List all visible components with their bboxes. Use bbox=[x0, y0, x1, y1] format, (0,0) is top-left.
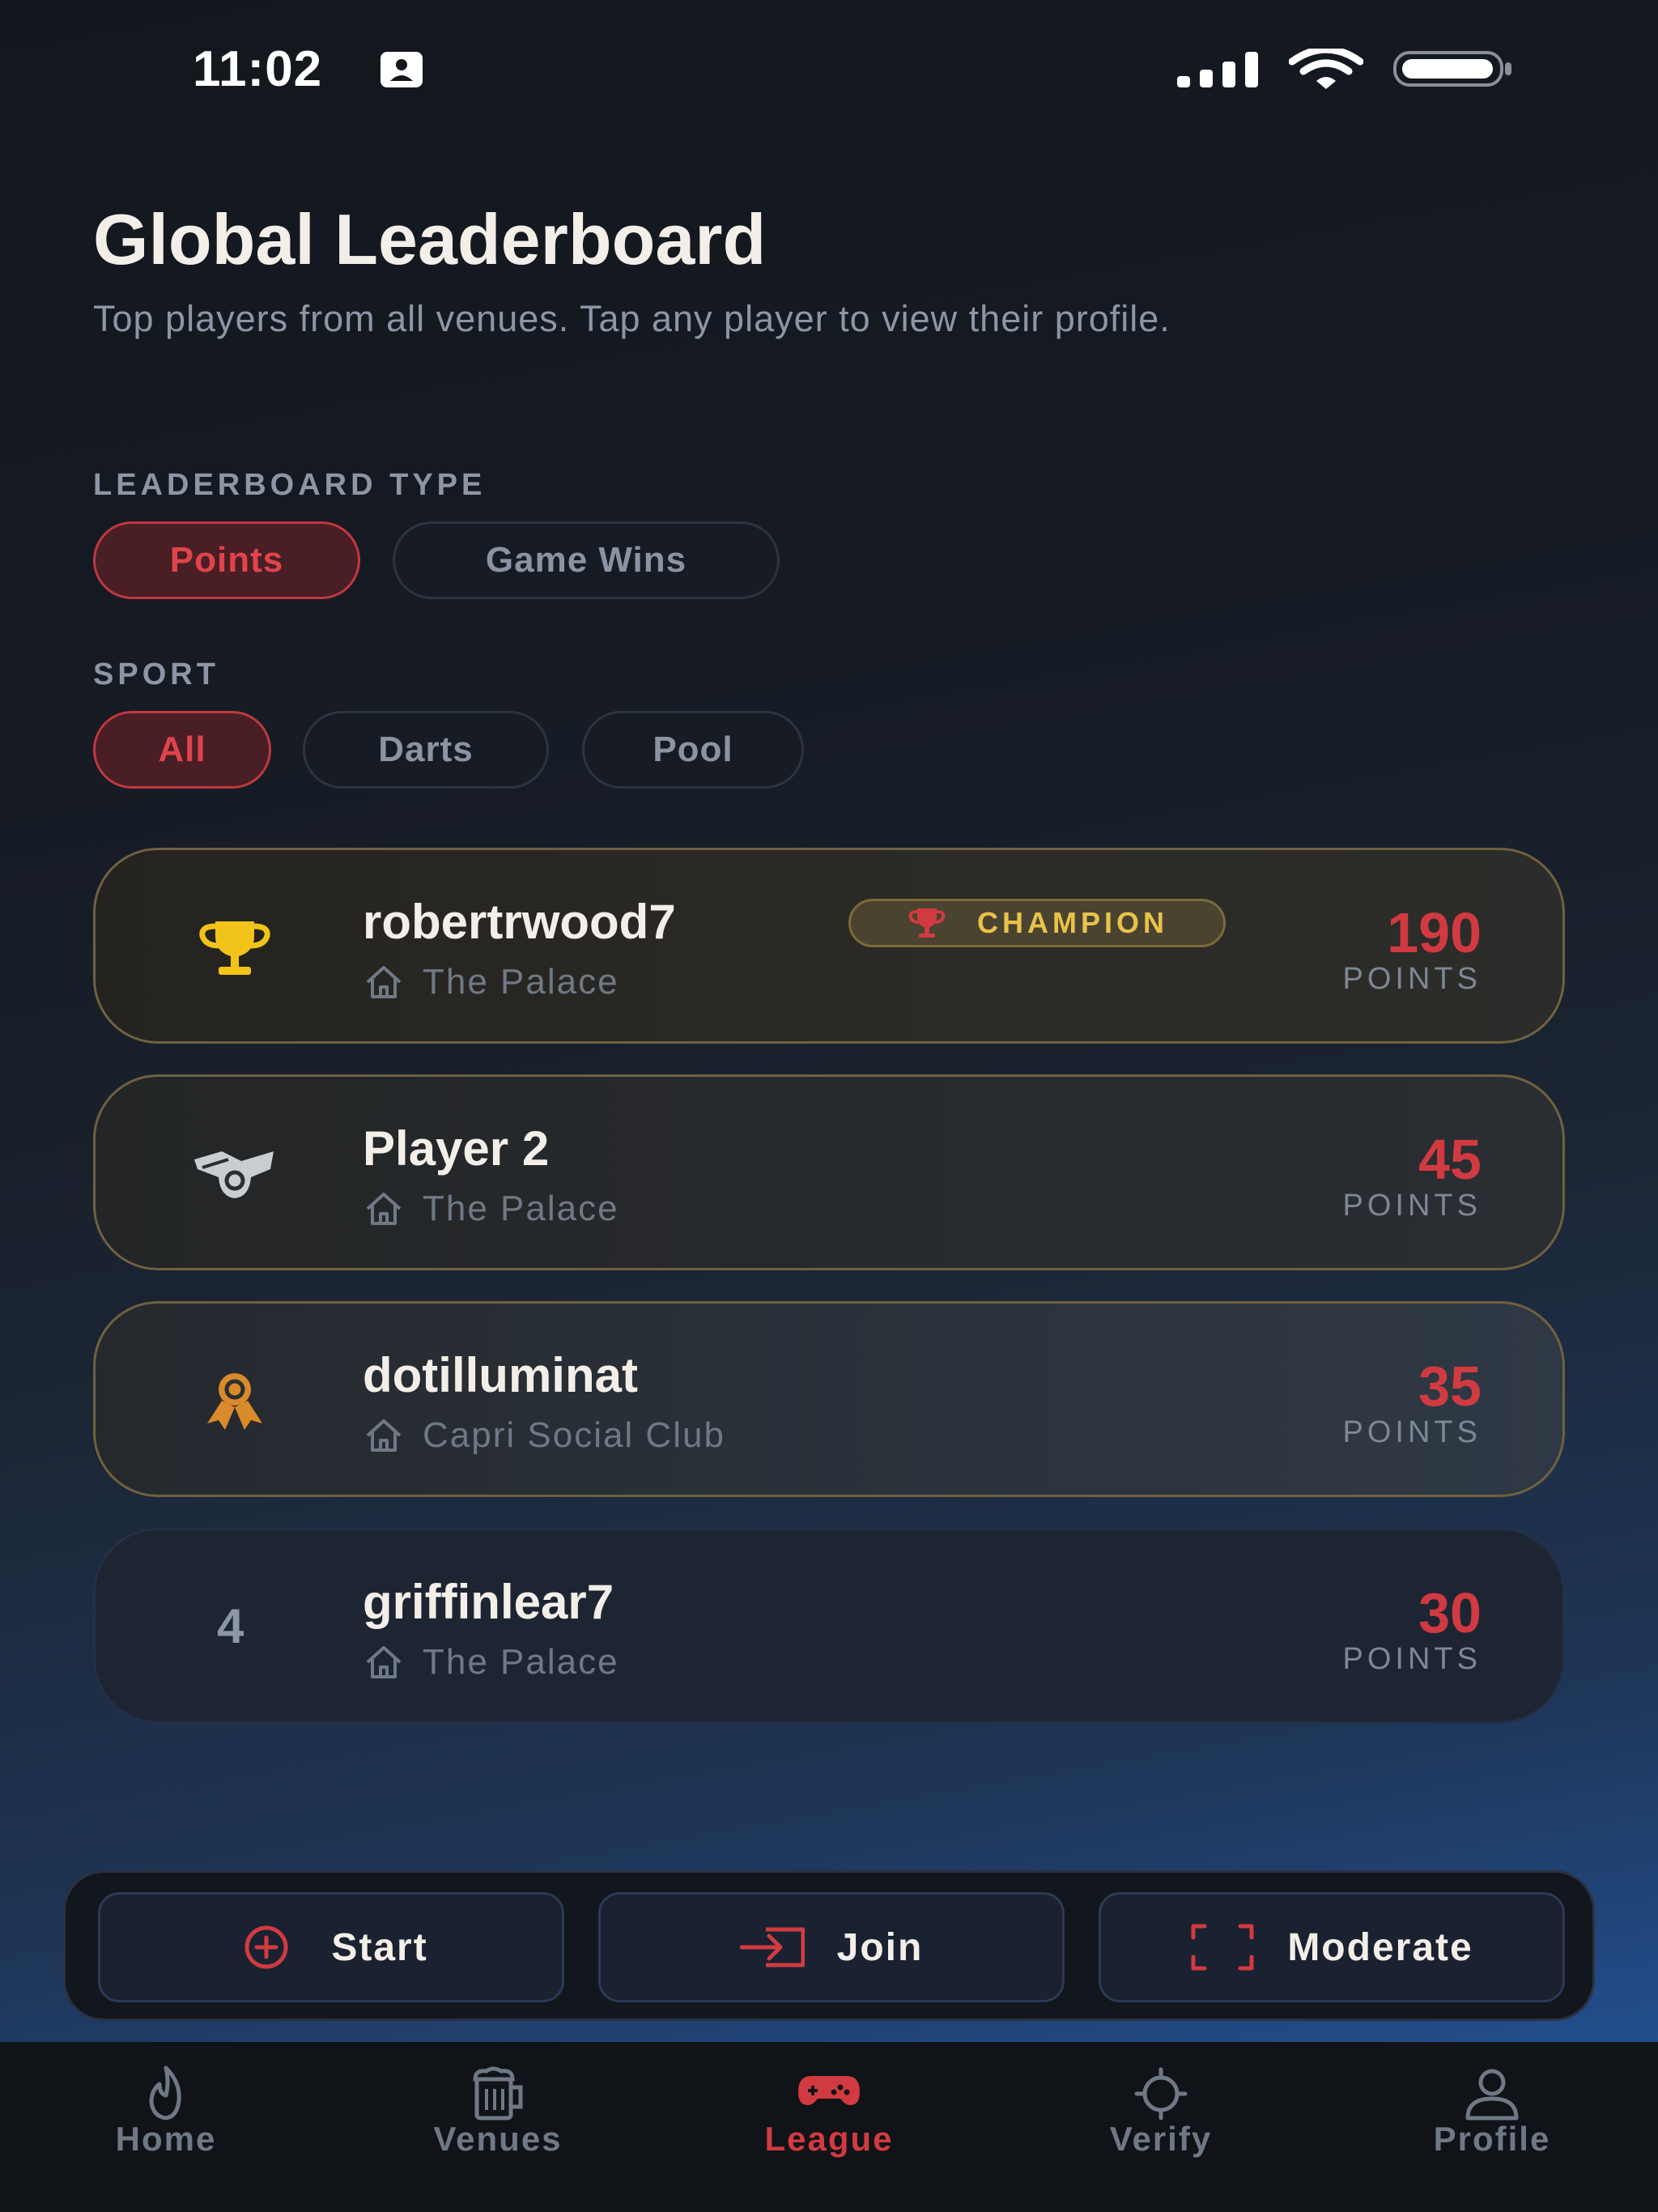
points-label: POINTS bbox=[1342, 1642, 1482, 1676]
home-icon bbox=[366, 1646, 402, 1678]
enter-icon bbox=[739, 1927, 805, 1967]
player-venue-name: The Palace bbox=[423, 1189, 619, 1228]
filter-chip-all[interactable]: All bbox=[93, 711, 271, 789]
trophy-icon bbox=[908, 908, 946, 938]
tab-verify-label: Verify bbox=[1109, 2120, 1213, 2158]
tab-league-label: League bbox=[764, 2120, 894, 2158]
bottom-tab-bar: Home Venues League Verify Profile bbox=[0, 2042, 1658, 2212]
leaderboard-row-3[interactable]: dotilluminat Capri Social Club 35 POINTS bbox=[93, 1301, 1565, 1497]
status-bar: 11:02 bbox=[0, 0, 1658, 138]
player-venue-name: The Palace bbox=[423, 1642, 619, 1682]
bronze-award-icon bbox=[207, 1373, 262, 1430]
player-name: dotilluminat bbox=[363, 1348, 638, 1402]
home-icon bbox=[366, 1193, 402, 1225]
points-value: 190 bbox=[1387, 901, 1482, 964]
tab-venues-label: Venues bbox=[433, 2120, 563, 2158]
page-title: Global Leaderboard bbox=[93, 199, 767, 279]
tab-profile[interactable]: Profile bbox=[1326, 2042, 1658, 2212]
player-name: Player 2 bbox=[363, 1121, 550, 1176]
join-button-label: Join bbox=[836, 1925, 924, 1969]
beer-mug-icon bbox=[473, 2066, 523, 2121]
home-icon bbox=[366, 1419, 402, 1452]
points-value: 30 bbox=[1418, 1581, 1482, 1644]
points-value: 45 bbox=[1418, 1128, 1482, 1191]
player-venue: The Palace bbox=[363, 962, 619, 1002]
champion-badge: CHAMPION bbox=[848, 899, 1226, 947]
points-value: 35 bbox=[1418, 1355, 1482, 1418]
leaderboard-row-1[interactable]: robertrwood7 CHAMPION The Palace 190 POI… bbox=[93, 848, 1565, 1044]
gamepad-icon bbox=[798, 2076, 860, 2105]
player-venue: The Palace bbox=[363, 1642, 619, 1682]
player-venue: The Palace bbox=[363, 1189, 619, 1229]
filter-chip-points[interactable]: Points bbox=[93, 521, 360, 599]
filter-chip-pool[interactable]: Pool bbox=[582, 711, 804, 789]
leaderboard-type-label: LEADERBOARD TYPE bbox=[93, 468, 487, 502]
scan-frame-icon bbox=[1191, 1924, 1254, 1971]
battery-icon bbox=[1393, 51, 1511, 87]
wifi-icon bbox=[1289, 49, 1363, 89]
filter-chip-game-wins[interactable]: Game Wins bbox=[393, 521, 780, 599]
tab-venues[interactable]: Venues bbox=[332, 2042, 664, 2212]
status-time: 11:02 bbox=[193, 41, 323, 97]
player-name: robertrwood7 bbox=[363, 895, 676, 949]
rank-number: 4 bbox=[217, 1599, 244, 1653]
user-icon bbox=[1465, 2069, 1519, 2121]
player-venue: Capri Social Club bbox=[363, 1415, 725, 1456]
leaderboard-row-4[interactable]: 4 griffinlear7 The Palace 30 POINTS bbox=[93, 1528, 1565, 1724]
tab-verify[interactable]: Verify bbox=[995, 2042, 1327, 2212]
sport-label: SPORT bbox=[93, 657, 219, 691]
flame-icon bbox=[149, 2065, 181, 2121]
action-bar: Start Join Moderate bbox=[63, 1870, 1595, 2021]
leaderboard-row-2[interactable]: Player 2 The Palace 45 POINTS bbox=[93, 1074, 1565, 1270]
filter-chip-darts[interactable]: Darts bbox=[303, 711, 549, 789]
moderate-button[interactable]: Moderate bbox=[1099, 1892, 1565, 2002]
gold-trophy-icon bbox=[199, 921, 270, 975]
crosshair-icon bbox=[1134, 2067, 1188, 2121]
player-name: griffinlear7 bbox=[363, 1575, 614, 1629]
moderate-button-label: Moderate bbox=[1287, 1925, 1473, 1969]
start-button[interactable]: Start bbox=[98, 1892, 564, 2002]
tab-league[interactable]: League bbox=[663, 2042, 995, 2212]
home-icon bbox=[366, 966, 402, 998]
champion-badge-label: CHAMPION bbox=[977, 906, 1168, 939]
player-venue-name: Capri Social Club bbox=[423, 1415, 725, 1455]
points-label: POINTS bbox=[1342, 962, 1482, 996]
cellular-signal-icon bbox=[1177, 52, 1258, 87]
player-venue-name: The Palace bbox=[423, 962, 619, 1002]
tab-home[interactable]: Home bbox=[0, 2042, 332, 2212]
id-card-icon bbox=[380, 52, 423, 87]
start-button-label: Start bbox=[331, 1925, 428, 1969]
points-label: POINTS bbox=[1342, 1189, 1482, 1223]
join-button[interactable]: Join bbox=[598, 1892, 1065, 2002]
page-subtitle: Top players from all venues. Tap any pla… bbox=[93, 298, 1171, 339]
points-label: POINTS bbox=[1342, 1415, 1482, 1449]
tab-profile-label: Profile bbox=[1433, 2120, 1551, 2158]
plus-circle-icon bbox=[244, 1925, 288, 1969]
silver-medal-icon bbox=[194, 1151, 274, 1198]
tab-home-label: Home bbox=[115, 2120, 217, 2158]
